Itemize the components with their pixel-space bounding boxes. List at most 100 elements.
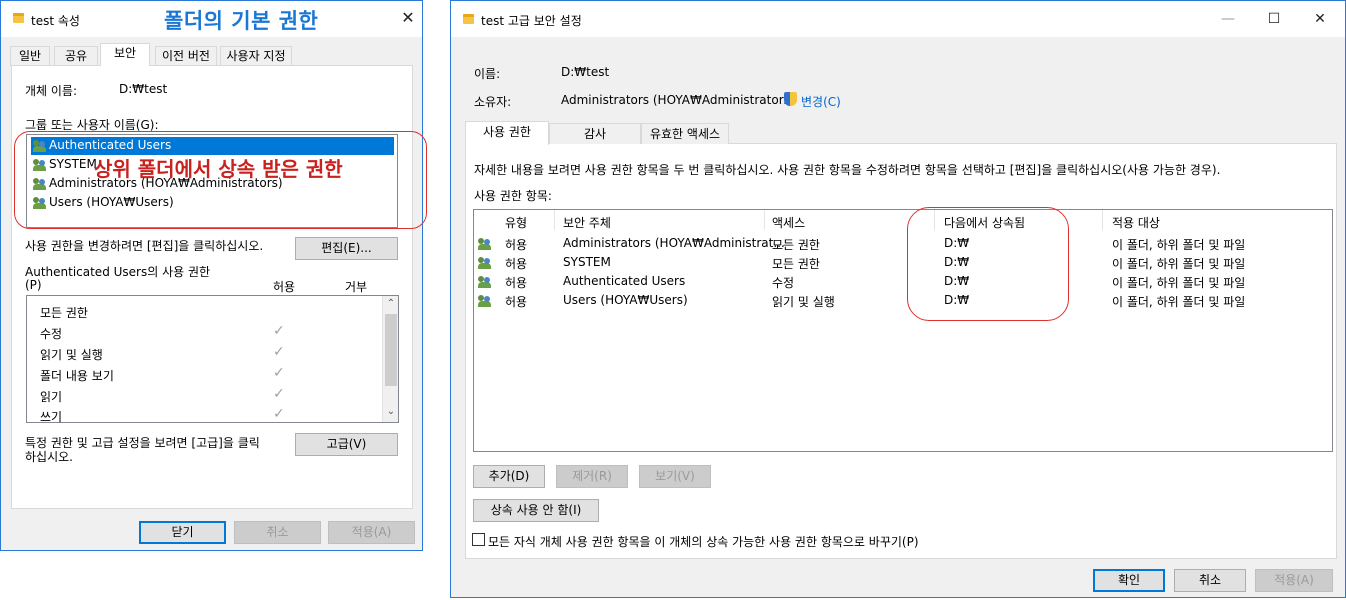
window-title: test 속성	[31, 14, 80, 28]
column-header-applies[interactable]: 적용 대상	[1112, 214, 1160, 231]
ok-button[interactable]: 확인	[1093, 569, 1165, 592]
close-icon[interactable]: ✕	[397, 7, 419, 29]
close-button[interactable]: 닫기	[139, 521, 226, 544]
access-cell: 수정	[772, 276, 795, 290]
principal-cell: Authenticated Users	[563, 274, 686, 288]
deny-header: 거부	[345, 280, 368, 294]
properties-dialog: test 속성 폴더의 기본 권한 ✕ 일반 공유 보안 이전 버전 사용자 지…	[0, 0, 427, 551]
tab-general[interactable]: 일반	[10, 46, 50, 66]
users-icon	[478, 295, 492, 307]
table-row[interactable]: 허용 Authenticated Users 수정 D:₩ 이 폴더, 하위 폴…	[474, 272, 1332, 291]
title-bar: test 고급 보안 설정 — ☐ ✕	[451, 1, 1345, 37]
tab-previous-versions[interactable]: 이전 버전	[155, 46, 217, 66]
check-icon: ✓	[273, 344, 285, 360]
advanced-hint-cont: 하십시오.	[25, 450, 73, 464]
cancel-button[interactable]: 취소	[234, 521, 321, 544]
vertical-scrollbar[interactable]: ⌃ ⌄	[382, 296, 398, 422]
check-icon: ✓	[273, 406, 285, 422]
replace-child-permissions-label: 모든 자식 개체 사용 권한 항목을 이 개체의 상속 가능한 사용 권한 항목…	[488, 535, 919, 549]
folder-icon	[463, 14, 474, 24]
type-cell: 허용	[505, 276, 528, 290]
permission-name: 쓰기	[40, 410, 63, 424]
type-cell: 허용	[505, 257, 528, 271]
permissions-shortcut: (P)	[25, 278, 42, 292]
disable-inheritance-button[interactable]: 상속 사용 안 함(I)	[473, 499, 599, 522]
table-row[interactable]: 허용 Administrators (HOYA₩Administrat... 모…	[474, 234, 1332, 253]
check-icon: ✓	[273, 323, 285, 339]
principal-cell: Administrators (HOYA₩Administrat...	[563, 236, 785, 250]
column-header-access[interactable]: 액세스	[772, 214, 805, 231]
applies-cell: 이 폴더, 하위 폴더 및 파일	[1112, 276, 1246, 290]
type-cell: 허용	[505, 295, 528, 309]
title-bar: test 속성 폴더의 기본 권한 ✕	[1, 1, 422, 37]
users-icon	[478, 257, 492, 269]
close-icon[interactable]: ✕	[1305, 7, 1335, 31]
annotation-heading: 폴더의 기본 권한	[164, 9, 319, 33]
name-value: D:₩test	[561, 65, 610, 79]
access-cell: 모든 권한	[772, 257, 820, 271]
applies-cell: 이 폴더, 하위 폴더 및 파일	[1112, 238, 1246, 252]
replace-child-permissions-checkbox[interactable]	[472, 533, 485, 546]
principal-cell: Users (HOYA₩Users)	[563, 293, 688, 307]
chevron-down-icon[interactable]: ⌄	[383, 406, 399, 417]
applies-cell: 이 폴더, 하위 폴더 및 파일	[1112, 295, 1246, 309]
tab-auditing[interactable]: 감사	[549, 123, 641, 144]
permission-name: 모든 권한	[40, 306, 88, 320]
column-separator	[764, 210, 765, 230]
object-name-label: 개체 이름:	[25, 84, 78, 98]
users-icon	[478, 238, 492, 250]
applies-cell: 이 폴더, 하위 폴더 및 파일	[1112, 257, 1246, 271]
name-label: 이름:	[474, 67, 501, 81]
owner-value: Administrators (HOYA₩Administrators)	[561, 93, 795, 107]
tab-sharing[interactable]: 공유	[54, 46, 98, 66]
table-row[interactable]: 허용 Users (HOYA₩Users) 읽기 및 실행 D:₩ 이 폴더, …	[474, 291, 1332, 310]
table-row[interactable]: 허용 SYSTEM 모든 권한 D:₩ 이 폴더, 하위 폴더 및 파일	[474, 253, 1332, 272]
apply-button[interactable]: 적용(A)	[328, 521, 415, 544]
advanced-security-dialog: test 고급 보안 설정 — ☐ ✕ 이름: D:₩test 소유자: Adm…	[450, 0, 1346, 598]
permissions-for-label: Authenticated Users의 사용 권한	[25, 265, 211, 279]
permission-entries-table: 유형 보안 주체 액세스 다음에서 상속됨 적용 대상 허용 Administr…	[473, 209, 1333, 452]
shield-icon	[784, 92, 797, 107]
column-header-principal[interactable]: 보안 주체	[563, 214, 611, 231]
owner-label: 소유자:	[474, 95, 512, 109]
entries-label: 사용 권한 항목:	[474, 189, 552, 203]
check-icon: ✓	[273, 365, 285, 381]
window-title: test 고급 보안 설정	[481, 14, 582, 28]
change-owner-link[interactable]: 변경(C)	[801, 93, 841, 110]
minimize-icon[interactable]: —	[1213, 7, 1243, 31]
highlight-oval	[14, 131, 427, 229]
highlight-oval	[907, 207, 1069, 321]
maximize-icon[interactable]: ☐	[1259, 7, 1289, 31]
access-cell: 모든 권한	[772, 238, 820, 252]
add-button[interactable]: 추가(D)	[473, 465, 545, 488]
folder-icon	[13, 13, 24, 23]
permission-name: 폴더 내용 보기	[40, 369, 114, 383]
column-header-type[interactable]: 유형	[505, 214, 527, 231]
info-text: 자세한 내용을 보려면 사용 권한 항목을 두 번 클릭하십시오. 사용 권한 …	[474, 163, 1221, 177]
check-icon: ✓	[273, 386, 285, 402]
access-cell: 읽기 및 실행	[772, 295, 835, 309]
tab-effective-access[interactable]: 유효한 액세스	[641, 123, 729, 144]
apply-button[interactable]: 적용(A)	[1255, 569, 1333, 592]
permission-name: 수정	[40, 327, 63, 341]
permission-name: 읽기 및 실행	[40, 348, 103, 362]
edit-hint: 사용 권한을 변경하려면 [편집]을 클릭하십시오.	[25, 239, 264, 253]
principal-cell: SYSTEM	[563, 255, 611, 269]
permission-name: 읽기	[40, 390, 63, 404]
users-icon	[478, 276, 492, 288]
tab-customize[interactable]: 사용자 지정	[220, 46, 292, 66]
advanced-button[interactable]: 고급(V)	[295, 433, 398, 456]
tab-security[interactable]: 보안	[100, 43, 150, 66]
remove-button[interactable]: 제거(R)	[556, 465, 628, 488]
permissions-list: 모든 권한 수정 ✓ 읽기 및 실행 ✓ 폴더 내용 보기 ✓ 읽기 ✓ 쓰기 …	[26, 295, 399, 424]
edit-button[interactable]: 편집(E)...	[295, 237, 398, 260]
tab-permissions[interactable]: 사용 권한	[465, 121, 549, 145]
chevron-up-icon[interactable]: ⌃	[383, 298, 399, 309]
cancel-button[interactable]: 취소	[1174, 569, 1246, 592]
scrollbar-thumb[interactable]	[385, 314, 397, 386]
type-cell: 허용	[505, 238, 528, 252]
view-button[interactable]: 보기(V)	[639, 465, 711, 488]
column-separator	[554, 210, 555, 230]
allow-header: 허용	[273, 280, 296, 294]
column-separator	[1102, 210, 1103, 230]
